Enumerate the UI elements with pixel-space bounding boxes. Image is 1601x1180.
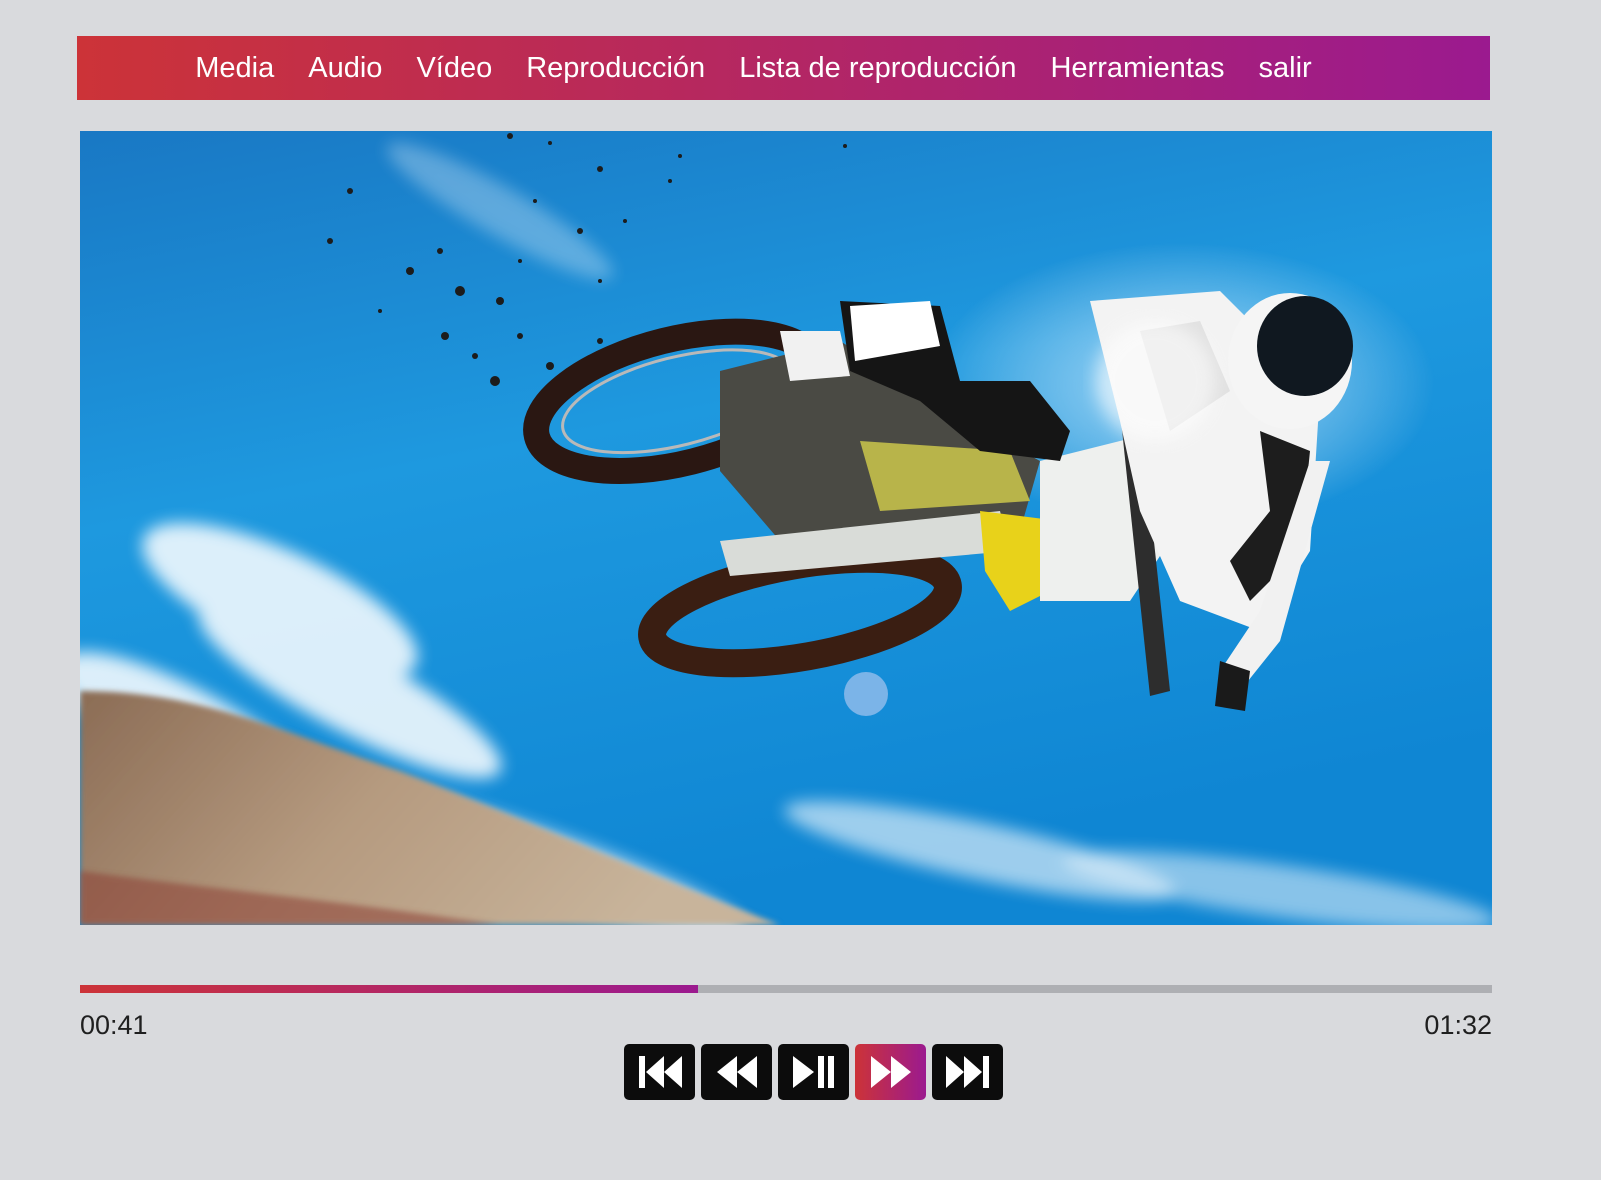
menu-bar: Media Audio Vídeo Reproducción Lista de …	[77, 36, 1490, 100]
video-frame-image	[80, 131, 1492, 925]
rewind-button[interactable]	[701, 1044, 772, 1100]
menu-item-media[interactable]: Media	[195, 53, 274, 83]
menu-item-exit[interactable]: salir	[1259, 53, 1312, 83]
fast-forward-icon	[870, 1056, 911, 1088]
fast-forward-button[interactable]	[855, 1044, 926, 1100]
menu-item-tools[interactable]: Herramientas	[1050, 53, 1224, 83]
skip-back-button[interactable]	[624, 1044, 695, 1100]
total-time: 01:32	[1424, 1010, 1492, 1040]
play-pause-button[interactable]	[778, 1044, 849, 1100]
menu-item-audio[interactable]: Audio	[308, 53, 382, 83]
menu-item-video[interactable]: Vídeo	[416, 53, 492, 83]
skip-forward-button[interactable]	[932, 1044, 1003, 1100]
video-player-page: Media Audio Vídeo Reproducción Lista de …	[0, 0, 1601, 1180]
current-time: 00:41	[80, 1010, 148, 1040]
menu-item-playback[interactable]: Reproducción	[526, 53, 705, 83]
skip-forward-icon	[945, 1056, 989, 1088]
progress-bar[interactable]	[80, 985, 1492, 993]
play-pause-icon	[792, 1056, 834, 1088]
progress-bar-fill	[80, 985, 698, 993]
video-display[interactable]	[80, 131, 1492, 925]
menu-item-playlist[interactable]: Lista de reproducción	[739, 53, 1016, 83]
rewind-icon	[716, 1056, 757, 1088]
playback-controls	[624, 1044, 1003, 1100]
skip-back-icon	[638, 1056, 682, 1088]
